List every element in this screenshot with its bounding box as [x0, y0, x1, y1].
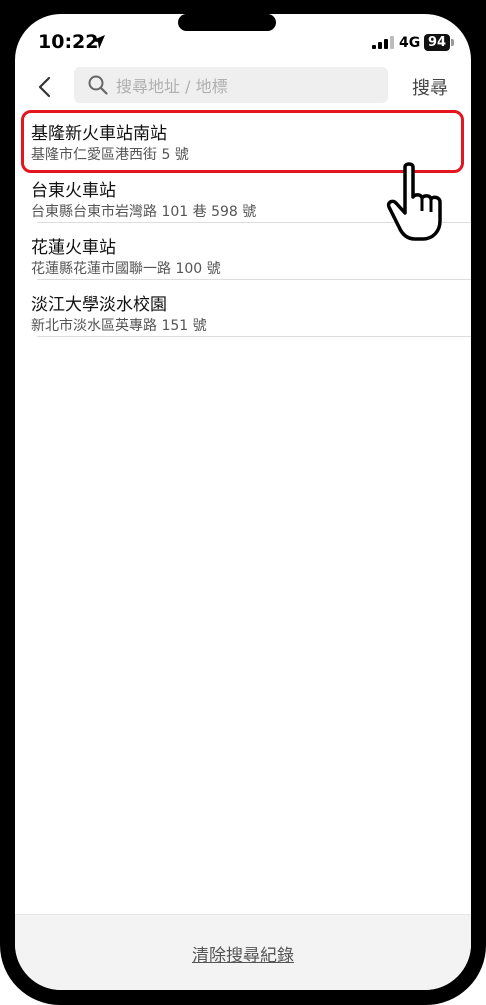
search-icon — [88, 75, 108, 95]
back-chevron-icon[interactable] — [37, 76, 53, 98]
search-bar: 搜尋 — [15, 64, 471, 108]
item-title: 花蓮火車站 — [31, 238, 116, 258]
pointing-hand-icon — [386, 162, 442, 241]
item-title: 淡江大學淡水校園 — [31, 295, 167, 315]
divider — [37, 336, 471, 337]
signal-icon — [372, 36, 394, 49]
list-item[interactable]: 淡江大學淡水校園 新北市淡水區英專路 151 號 — [15, 280, 471, 337]
battery-badge: 94 — [424, 34, 451, 51]
location-arrow-icon — [91, 35, 105, 49]
bottom-bar: 清除搜尋紀錄 — [15, 914, 471, 990]
search-input[interactable] — [114, 73, 378, 99]
item-address: 新北市淡水區英專路 151 號 — [31, 318, 207, 334]
screen: 10:22 4G 94 搜尋地址 / 地標 搜尋 基隆新火車站南站 基隆市仁愛區… — [15, 14, 471, 990]
notch — [178, 14, 276, 31]
item-title: 台東火車站 — [31, 181, 116, 201]
search-box[interactable] — [74, 67, 388, 103]
item-address: 花蓮縣花蓮市國聯一路 100 號 — [31, 261, 221, 277]
item-address: 台東縣台東市岩灣路 101 巷 598 號 — [31, 204, 257, 220]
network-label: 4G — [399, 35, 421, 51]
clear-history-link[interactable]: 清除搜尋紀錄 — [15, 941, 471, 966]
search-button[interactable]: 搜尋 — [412, 74, 448, 100]
phone-frame: 10:22 4G 94 搜尋地址 / 地標 搜尋 基隆新火車站南站 基隆市仁愛區… — [0, 0, 486, 1005]
battery-tip — [451, 39, 454, 46]
